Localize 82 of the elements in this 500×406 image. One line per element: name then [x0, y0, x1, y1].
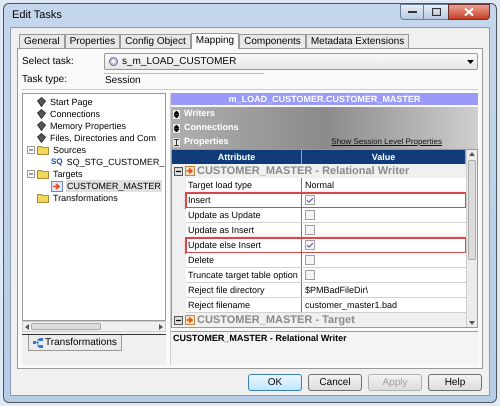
minimize-button[interactable]: [400, 4, 424, 20]
section-toggle[interactable]: [172, 122, 181, 134]
tree-item[interactable]: SQ_STG_CUSTOMER_: [66, 156, 165, 168]
checkbox[interactable]: [305, 225, 315, 235]
collapse-toggle[interactable]: [174, 316, 183, 324]
tab[interactable]: Mapping: [190, 33, 240, 49]
target-icon: [185, 166, 195, 176]
vertical-scrollbar[interactable]: [466, 150, 477, 327]
task-type-field: Session: [104, 72, 264, 86]
tab[interactable]: Config Object: [120, 34, 191, 48]
minimize-icon: [408, 10, 416, 14]
description-panel: CUSTOMER_MASTER - Relational Writer: [171, 331, 478, 365]
tree-item[interactable]: Sources: [52, 144, 88, 156]
window-title: Edit Tasks: [11, 8, 62, 24]
mapping-title-bar: m_LOAD_CUSTOMER.CUSTOMER_MASTER: [171, 93, 478, 105]
collapse-toggle[interactable]: [174, 166, 183, 176]
attribute-cell: Update as Update: [186, 208, 302, 222]
select-task-dropdown[interactable]: s_m_LOAD_CUSTOMER: [104, 53, 478, 70]
attribute-cell: Update else Insert: [186, 238, 302, 252]
collapse-icon: [174, 138, 179, 146]
checkbox[interactable]: [305, 240, 315, 250]
tree-item[interactable]: Memory Properties: [49, 120, 128, 132]
right-arrow-icon: [159, 324, 163, 330]
maximize-icon: [432, 8, 440, 16]
attribute-cell: Truncate target table option: [186, 268, 302, 282]
close-icon: [464, 8, 474, 16]
folder-icon: [37, 145, 49, 155]
tree-item[interactable]: CUSTOMER_MASTER: [66, 180, 162, 192]
folder-icon: [37, 169, 49, 179]
attribute-cell: Insert: [186, 193, 302, 207]
value-cell-text: Normal: [305, 179, 334, 192]
horizontal-scrollbar[interactable]: [22, 321, 166, 332]
tab[interactable]: General: [19, 34, 65, 48]
tab[interactable]: Properties: [64, 34, 120, 48]
up-arrow-icon: [469, 152, 475, 156]
tree-item[interactable]: Connections: [49, 108, 102, 120]
target-icon: [51, 180, 63, 192]
select-task-label: Select task:: [22, 55, 75, 69]
expand-icon: [174, 124, 179, 132]
attribute-cell: Delete: [186, 253, 302, 267]
show-session-properties-link[interactable]: Show Session Level Properties: [331, 136, 442, 148]
check-icon: [306, 196, 314, 204]
source-qualifier-icon: SQ: [51, 158, 63, 166]
target-icon: [185, 315, 195, 325]
tree-item[interactable]: Files, Directories and Com: [49, 132, 158, 144]
minus-icon: [28, 171, 34, 177]
section-toggle[interactable]: [172, 108, 181, 120]
value-cell-text: $PMBadFileDir\: [305, 284, 368, 297]
close-button[interactable]: [448, 4, 490, 20]
folder-icon: [37, 193, 49, 203]
value-cell-text: customer_master1.bad: [305, 299, 398, 312]
attribute-cell: Update as Insert: [186, 223, 302, 237]
dialog-button[interactable]: Cancel: [308, 374, 362, 391]
checkbox[interactable]: [305, 195, 315, 205]
attribute-cell: Target load type: [186, 178, 302, 192]
dialog-button[interactable]: OK: [248, 374, 302, 391]
expand-icon: [174, 110, 179, 118]
transformations-icon: [33, 338, 43, 348]
tab[interactable]: Components: [239, 34, 306, 48]
tree-item[interactable]: Start Page: [49, 96, 94, 108]
down-arrow-icon: [469, 321, 475, 325]
attribute-cell: Reject filename: [186, 298, 302, 312]
checkbox[interactable]: [305, 210, 315, 220]
tab[interactable]: Transformations: [28, 335, 122, 351]
checkbox[interactable]: [305, 255, 315, 265]
collapse-toggle[interactable]: [27, 170, 35, 178]
task-type-label: Task type:: [22, 73, 68, 87]
tree-item[interactable]: Transformations: [52, 192, 119, 204]
group-title: CUSTOMER_MASTER - Target: [197, 314, 355, 326]
tab[interactable]: Metadata Extensions: [306, 34, 410, 48]
dialog-button[interactable]: Help: [428, 374, 482, 391]
collapse-toggle[interactable]: [27, 146, 35, 154]
maximize-button[interactable]: [424, 4, 448, 20]
checkbox[interactable]: [305, 270, 315, 280]
left-arrow-icon: [25, 324, 29, 330]
attribute-cell: Reject file directory: [186, 283, 302, 297]
dropdown-arrow-icon: [467, 60, 474, 64]
check-icon: [306, 240, 314, 250]
group-title: CUSTOMER_MASTER - Relational Writer: [197, 166, 410, 176]
minus-icon: [28, 147, 34, 153]
tree-item[interactable]: Targets: [52, 168, 84, 180]
section-toggle[interactable]: [172, 136, 181, 148]
